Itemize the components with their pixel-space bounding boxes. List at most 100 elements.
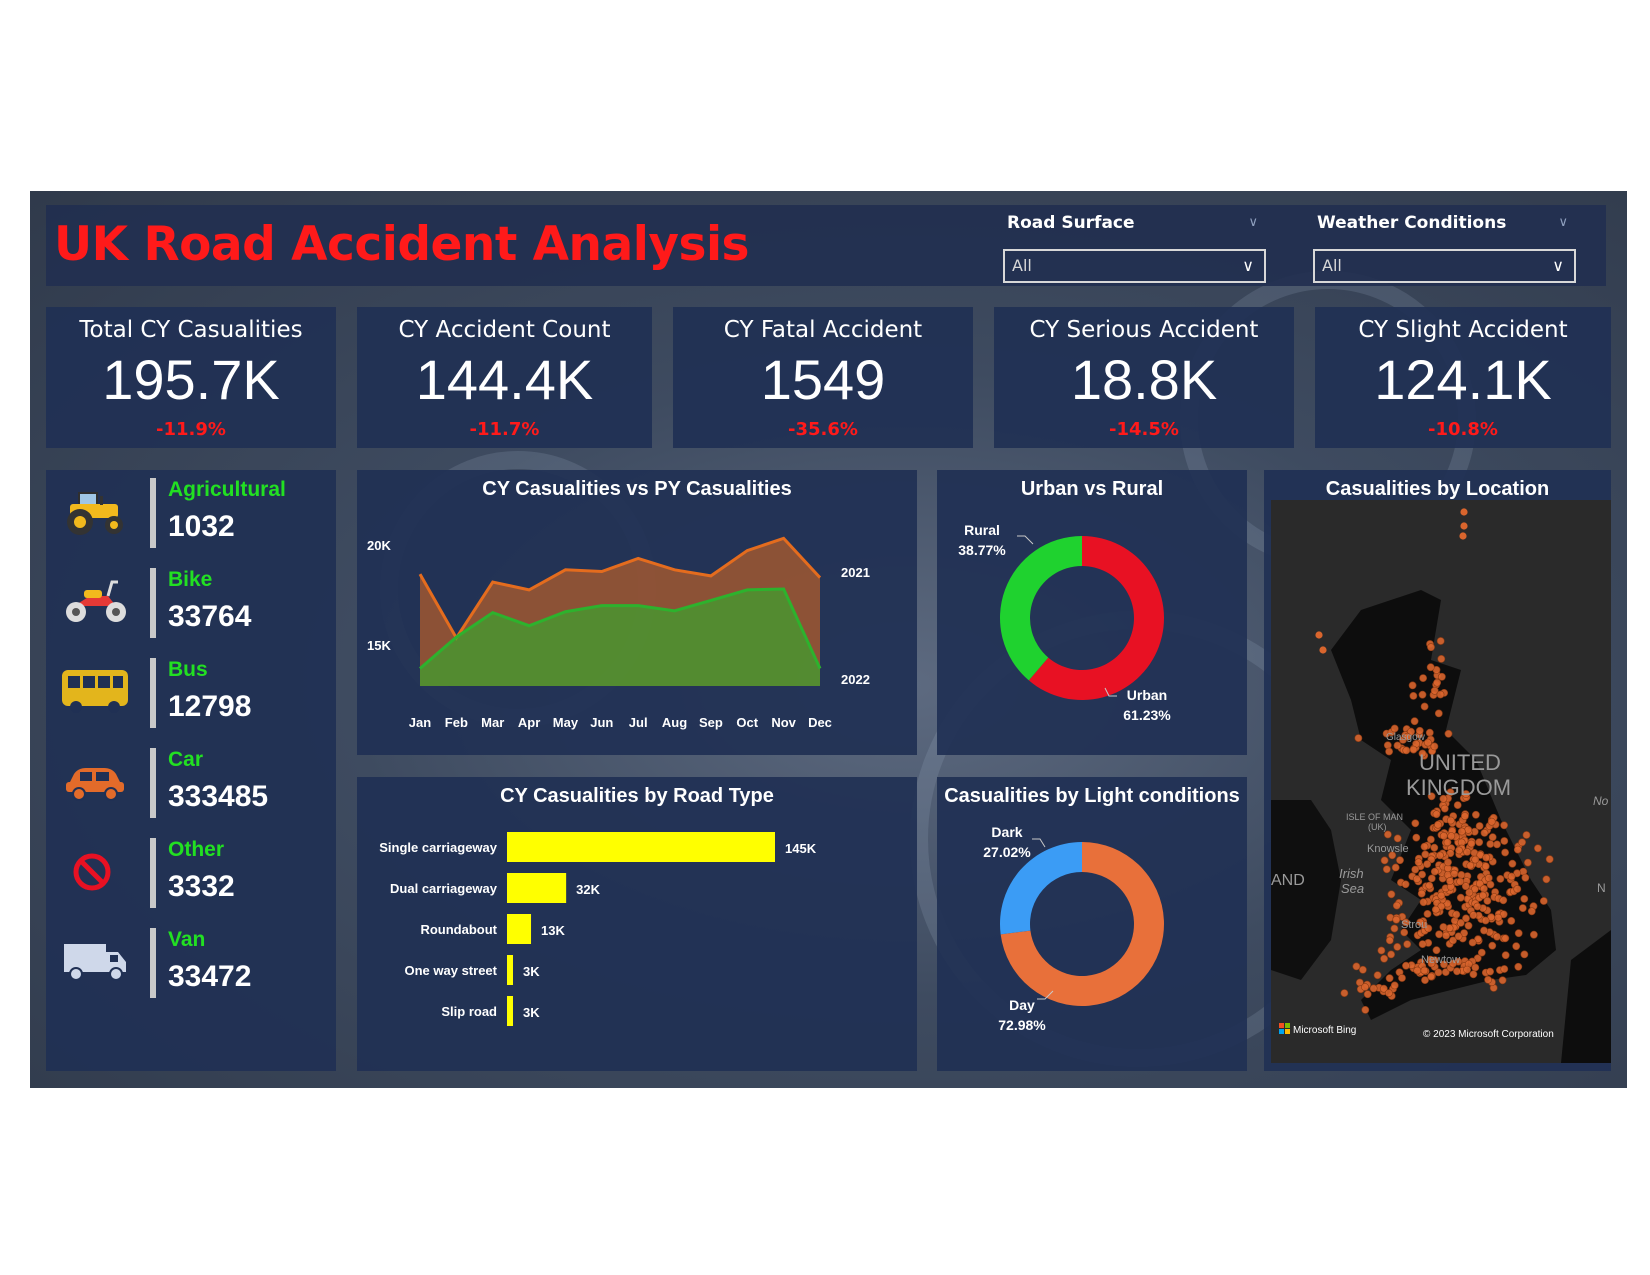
map-point[interactable] [1527,907,1536,916]
map-point[interactable] [1520,894,1529,903]
map-point[interactable] [1486,840,1495,848]
bar[interactable] [507,873,567,903]
map-point[interactable] [1494,913,1503,922]
map-point[interactable] [1456,918,1465,927]
map-point[interactable] [1390,981,1399,990]
chevron-down-icon[interactable]: ∨ [1552,251,1564,281]
map-point[interactable] [1396,856,1404,865]
map-point[interactable] [1425,881,1434,890]
map-point[interactable] [1373,971,1382,980]
map-point[interactable] [1507,916,1516,925]
map-point[interactable] [1456,893,1465,902]
kpi-card-fatal-accident[interactable]: CY Fatal Accident 1549 -35.6% [673,307,973,448]
map-point[interactable] [1385,974,1394,983]
map-point[interactable] [1437,672,1446,681]
road-type-bar-chart[interactable]: Single carriageway 145K Dual carriageway 32… [357,777,917,1071]
map-point[interactable] [1319,646,1327,654]
map-point[interactable] [1542,875,1551,884]
map-point[interactable] [1412,833,1421,842]
map-point[interactable] [1436,690,1445,699]
bar[interactable] [507,955,513,985]
map-point[interactable] [1514,929,1523,938]
map-point[interactable] [1426,663,1435,672]
map-point[interactable] [1437,891,1446,900]
chevron-down-icon[interactable]: ∨ [1558,215,1568,230]
map-point[interactable] [1380,856,1389,865]
weather-dropdown[interactable]: All ∨ [1313,249,1576,283]
map-point[interactable] [1434,968,1443,977]
map-point[interactable] [1363,990,1372,999]
map-point[interactable] [1392,915,1401,924]
map-point[interactable] [1475,822,1484,830]
map-point[interactable] [1419,674,1427,682]
map-point[interactable] [1426,835,1435,844]
map-point[interactable] [1446,877,1454,885]
map-point[interactable] [1479,884,1488,893]
map-point[interactable] [1493,840,1501,849]
map-point[interactable] [1456,877,1465,886]
map-point[interactable] [1420,702,1429,711]
map-point[interactable] [1439,831,1448,840]
map-point[interactable] [1430,867,1439,876]
weather-slicer[interactable]: Weather Conditions ∨ All ∨ [1313,213,1578,283]
map-point[interactable] [1427,874,1436,883]
bar[interactable] [507,832,775,862]
map-point[interactable] [1402,961,1410,970]
map-point[interactable] [1459,532,1467,540]
vehicle-row-bike[interactable]: Bike 33764 [46,560,336,650]
area-chart[interactable]: 20K 15K Jan Feb Mar Apr May Jun Jul Aug Sep Oct Nov D… [357,470,917,755]
map-point[interactable] [1446,816,1455,825]
map-point[interactable] [1460,812,1469,820]
kpi-card-accident-count[interactable]: CY Accident Count 144.4K -11.7% [357,307,652,448]
map-point[interactable] [1414,858,1423,867]
map-point[interactable] [1522,831,1531,839]
map-point[interactable] [1430,843,1439,852]
map-point[interactable] [1433,678,1441,687]
map-point[interactable] [1471,963,1480,972]
map-point[interactable] [1501,951,1510,960]
map-point[interactable] [1423,909,1432,918]
map-point[interactable] [1463,847,1471,856]
map-point[interactable] [1419,898,1428,907]
map-point[interactable] [1418,690,1427,699]
map-point[interactable] [1392,901,1401,910]
vehicle-row-bus[interactable]: Bus 12798 [46,650,336,740]
bar[interactable] [507,914,532,944]
map-point[interactable] [1545,855,1554,864]
vehicle-row-van[interactable]: Van 33472 [46,920,336,1010]
map-point[interactable] [1436,637,1445,645]
map-point[interactable] [1340,989,1349,997]
map-point[interactable] [1442,931,1450,940]
map-point[interactable] [1496,874,1505,883]
map-point[interactable] [1411,865,1420,874]
map-point[interactable] [1498,976,1507,985]
map-point[interactable] [1500,837,1509,845]
map-point[interactable] [1427,972,1435,981]
map-point[interactable] [1401,880,1410,889]
donut-slice-rural[interactable] [1000,536,1082,681]
map-point[interactable] [1463,965,1471,974]
map-point[interactable] [1434,709,1443,718]
map-point[interactable] [1450,869,1459,878]
light-conditions-donut[interactable]: Day 72.98% Dark 27.02% [937,777,1247,1071]
map-point[interactable] [1469,970,1478,979]
map-point[interactable] [1508,859,1517,868]
map-point[interactable] [1434,820,1442,829]
uk-map[interactable]: UNITED KINGDOM ISLE OF MAN (UK) Irish Se… [1271,500,1611,1063]
map-point[interactable] [1499,896,1508,905]
map-point[interactable] [1369,984,1378,993]
road-surface-dropdown[interactable]: All ∨ [1003,249,1266,283]
map-point[interactable] [1410,717,1419,726]
map-point[interactable] [1467,839,1476,848]
map-point[interactable] [1539,897,1548,905]
map-point[interactable] [1444,858,1452,867]
chevron-down-icon[interactable]: ∨ [1248,215,1258,230]
vehicle-row-car[interactable]: Car 333485 [46,740,336,830]
map-point[interactable] [1484,874,1493,882]
map-point[interactable] [1425,728,1434,737]
map-point[interactable] [1453,801,1462,809]
map-point[interactable] [1521,873,1530,882]
map-point[interactable] [1523,858,1532,867]
map-point[interactable] [1493,932,1501,941]
map-point[interactable] [1387,950,1395,959]
